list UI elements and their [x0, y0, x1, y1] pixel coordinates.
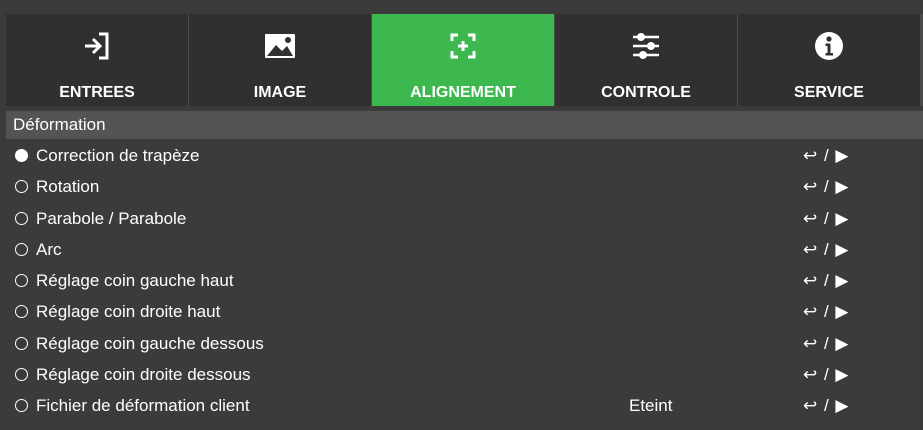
- enter-arrow-icon[interactable]: ↩ / ▶: [803, 266, 850, 296]
- tab-controle[interactable]: CONTROLE: [555, 14, 737, 106]
- menu-item-coin-gauche-dessous[interactable]: Réglage coin gauche dessous ↩ / ▶: [6, 329, 923, 360]
- menu-item-label: Réglage coin droite dessous: [36, 365, 251, 385]
- menu-item-coin-gauche-haut[interactable]: Réglage coin gauche haut ↩ / ▶: [6, 266, 923, 297]
- menu-item-parabole[interactable]: Parabole / Parabole ↩ / ▶: [6, 204, 923, 235]
- tab-service[interactable]: SERVICE: [738, 14, 920, 106]
- input-icon: [6, 28, 188, 64]
- menu-item-arc[interactable]: Arc ↩ / ▶: [6, 235, 923, 266]
- section-header: Déformation: [6, 111, 923, 139]
- tab-label: ENTREES: [59, 84, 135, 101]
- enter-arrow-icon[interactable]: ↩ / ▶: [803, 204, 850, 234]
- enter-arrow-icon[interactable]: ↩ / ▶: [803, 329, 850, 359]
- tab-label: CONTROLE: [601, 84, 691, 101]
- enter-arrow-icon[interactable]: ↩ / ▶: [803, 297, 850, 327]
- radio-icon: [15, 180, 28, 194]
- radio-icon: [15, 211, 28, 225]
- menu-item-label: Arc: [36, 239, 62, 259]
- menu-item-label: Parabole / Parabole: [36, 208, 187, 228]
- enter-arrow-icon[interactable]: ↩ / ▶: [803, 235, 850, 265]
- tab-label: IMAGE: [253, 84, 307, 101]
- enter-arrow-icon[interactable]: ↩ / ▶: [803, 141, 850, 171]
- menu-item-label: Réglage coin gauche haut: [36, 271, 234, 291]
- radio-icon: [15, 242, 28, 256]
- radio-icon: [15, 274, 28, 288]
- enter-arrow-icon[interactable]: ↩ / ▶: [803, 360, 850, 390]
- menu-item-correction-trapeze[interactable]: Correction de trapèze ↩ / ▶: [6, 141, 923, 172]
- menu-item-coin-droite-dessous[interactable]: Réglage coin droite dessous ↩ / ▶: [6, 360, 923, 391]
- info-icon: [738, 28, 920, 64]
- menu-item-coin-droite-haut[interactable]: Réglage coin droite haut ↩ / ▶: [6, 297, 923, 328]
- tab-label: SERVICE: [794, 84, 864, 101]
- radio-icon: [15, 368, 28, 382]
- radio-icon: [15, 336, 28, 350]
- menu-list: Correction de trapèze ↩ / ▶ Rotation ↩ /…: [6, 141, 923, 423]
- menu-item-fichier-deformation[interactable]: Fichier de déformation client Eteint ↩ /…: [6, 391, 923, 422]
- enter-arrow-icon[interactable]: ↩ / ▶: [803, 391, 850, 421]
- tab-alignement[interactable]: ALIGNEMENT: [372, 14, 554, 106]
- menu-item-label: Fichier de déformation client: [36, 396, 250, 416]
- radio-icon: [15, 399, 28, 413]
- menu-item-label: Rotation: [36, 177, 100, 197]
- alignment-icon: [372, 28, 554, 64]
- tab-label: ALIGNEMENT: [410, 84, 516, 101]
- menu-item-label: Réglage coin droite haut: [36, 302, 221, 322]
- radio-icon: [15, 305, 28, 319]
- image-icon: [189, 28, 371, 64]
- menu-item-value: Eteint: [629, 396, 673, 416]
- osd-menu: ENTREES IMAGE ALIGNEMENT CONTROLE SERVIC…: [0, 0, 923, 430]
- tab-entrees[interactable]: ENTREES: [6, 14, 188, 106]
- tab-image[interactable]: IMAGE: [189, 14, 371, 106]
- radio-selected-icon: [15, 149, 28, 162]
- sliders-icon: [555, 28, 737, 64]
- menu-item-rotation[interactable]: Rotation ↩ / ▶: [6, 172, 923, 203]
- tab-bar: ENTREES IMAGE ALIGNEMENT CONTROLE SERVIC…: [6, 14, 923, 106]
- enter-arrow-icon[interactable]: ↩ / ▶: [803, 172, 850, 202]
- menu-item-label: Correction de trapèze: [36, 146, 200, 165]
- menu-item-label: Réglage coin gauche dessous: [36, 333, 264, 353]
